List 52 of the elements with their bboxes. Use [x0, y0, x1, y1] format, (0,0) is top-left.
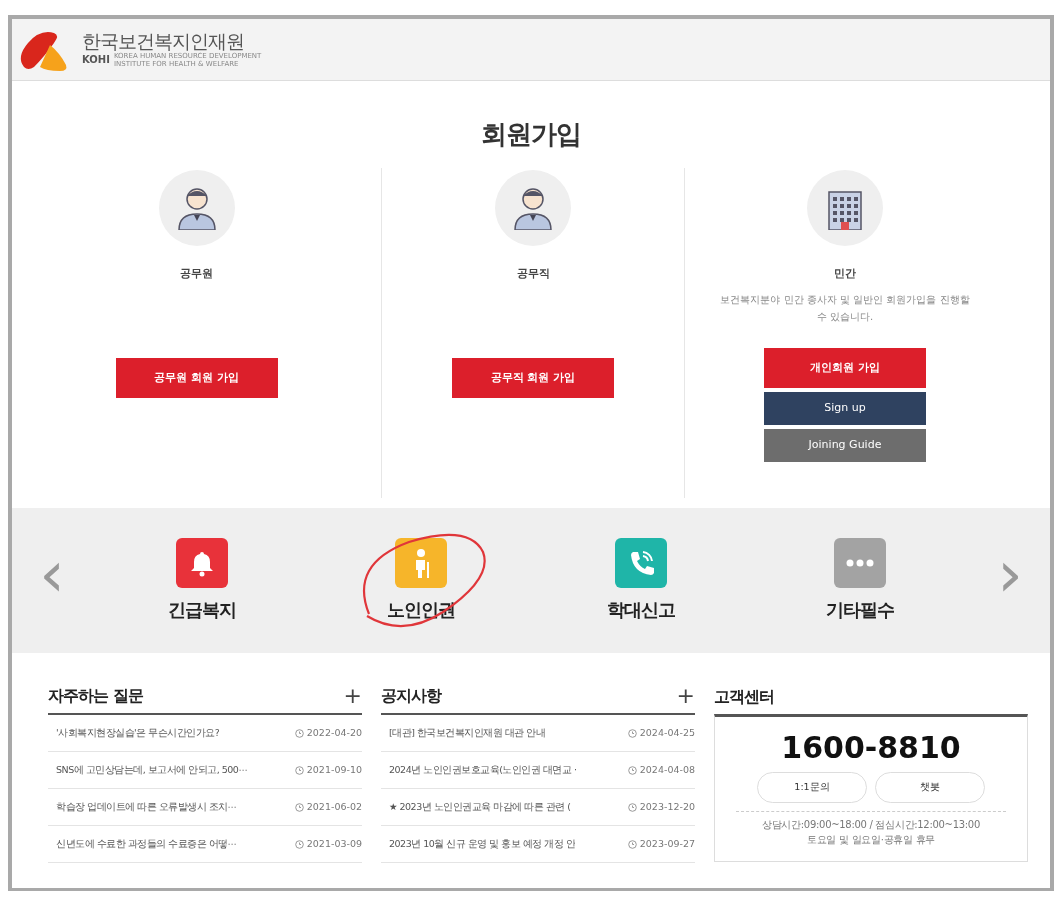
- list-item-link[interactable]: 2024년 노인인권보호교육(노인인권 대면교 ·: [389, 762, 577, 778]
- page-title: 회원가입: [480, 118, 582, 151]
- list-item-link[interactable]: 2023년 10월 신규 운영 및 홍보 예정 개정 안: [389, 836, 576, 852]
- list-item-link[interactable]: 학습장 업데이트에 따른 오류발생시 조치⋯: [56, 799, 237, 815]
- hours-text: 토요일 및 일요일·공휴일 휴무: [807, 833, 935, 847]
- clock-icon: [294, 839, 304, 849]
- more-button[interactable]: +: [343, 685, 362, 707]
- date-text: 2024-04-25: [639, 725, 695, 740]
- signup-button[interactable]: 공무원 회원 가입: [115, 358, 278, 398]
- section-title: 고객센터: [714, 686, 774, 708]
- date-text: 2021-09-10: [306, 762, 362, 777]
- phone-number: 1600-8810: [781, 731, 961, 764]
- signup-button[interactable]: Sign up: [764, 392, 926, 425]
- clock-icon: [627, 802, 637, 812]
- date-text: 2024-04-08: [639, 762, 695, 777]
- date-text: 2021-06-02: [306, 799, 362, 814]
- signup-button[interactable]: Joining Guide: [764, 429, 926, 462]
- member-type-label: 민간: [834, 266, 856, 282]
- logo-title: 한국보건복지인재원: [82, 31, 244, 52]
- hours-text: 상담시간:09:00~18:00 / 점심시간:12:00~13:00: [762, 818, 980, 832]
- member-type-label: 공무직: [516, 266, 550, 282]
- pill-button[interactable]: 1:1문의: [757, 772, 867, 803]
- person-icon: [176, 186, 217, 230]
- clock-icon: [627, 728, 637, 738]
- list-item-link[interactable]: SNS에 고민상담는데, 보고서에 안되고, 500⋯: [56, 762, 248, 778]
- member-type-label: 공무원: [180, 266, 213, 282]
- section-title: 공지사항: [381, 685, 441, 707]
- more-icon: [846, 559, 875, 567]
- clock-icon: [294, 802, 304, 812]
- description-text: 보건복지분야 민간 종사자 및 일반인 회원가입을 진행할 수 있습니다.: [719, 292, 971, 324]
- quick-menu-item[interactable]: 학대신고: [531, 538, 751, 623]
- signup-button[interactable]: 공무직 회원 가입: [452, 358, 614, 398]
- quick-menu-item[interactable]: 기타필수: [750, 538, 970, 623]
- pill-button[interactable]: 챗봇: [875, 772, 985, 803]
- clock-icon: [294, 728, 304, 738]
- clock-icon: [627, 765, 637, 775]
- date-text: 2021-03-09: [306, 836, 362, 851]
- clock-icon: [627, 839, 637, 849]
- list-item-link[interactable]: ★ 2023년 노인인권교육 마감에 따른 관련 (: [389, 799, 571, 815]
- more-button[interactable]: +: [676, 685, 695, 707]
- logo-subtitle: KOHI: [82, 53, 110, 68]
- section-title: 자주하는 질문: [48, 685, 143, 707]
- person-icon: [513, 186, 553, 230]
- quick-menu-item[interactable]: 긴급복지: [92, 538, 312, 623]
- date-text: 2022-04-20: [306, 725, 362, 740]
- signup-button[interactable]: 개인회원 가입: [764, 348, 926, 388]
- date-text: 2023-12-20: [639, 799, 695, 814]
- clock-icon: [294, 765, 304, 775]
- list-item-link[interactable]: 신년도에 수료한 과정들의 수료증은 어떻⋯: [56, 836, 237, 852]
- list-item-link[interactable]: '사회복지현장실습'은 무슨시간인가요?: [56, 725, 220, 741]
- list-item-link[interactable]: [대관] 한국보건복지인재원 대관 안내: [389, 725, 546, 741]
- date-text: 2023-09-27: [639, 836, 695, 851]
